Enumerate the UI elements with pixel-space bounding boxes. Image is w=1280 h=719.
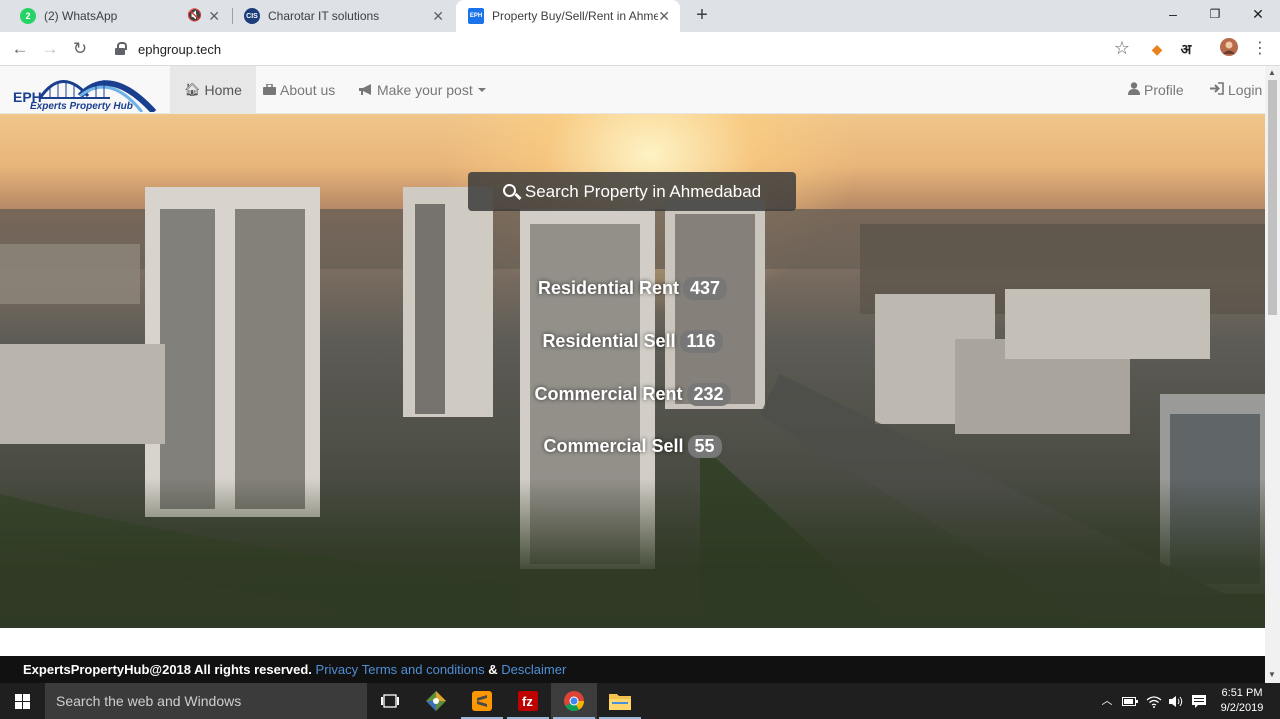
filezilla-icon[interactable]: fz <box>505 683 551 719</box>
nav-home-label: Home <box>204 82 242 98</box>
briefcase-icon <box>263 82 276 98</box>
disclaimer-link[interactable]: Desclaimer <box>501 662 566 677</box>
ampersand-text: & <box>488 662 498 677</box>
lock-icon <box>114 42 128 56</box>
stat-commercial-sell[interactable]: Commercial Sell 55 <box>0 435 1265 458</box>
tab-title: Property Buy/Sell/Rent in Ahmed <box>492 9 658 23</box>
wifi-icon[interactable] <box>1144 683 1164 719</box>
search-property-button[interactable]: Search Property in Ahmedabad <box>468 172 796 211</box>
tab-whatsapp[interactable]: 2 (2) WhatsApp 🔇 ✕ <box>8 0 230 32</box>
address-bar[interactable]: ephgroup.tech ☆ <box>104 36 1138 62</box>
login-icon <box>1210 82 1224 98</box>
user-icon <box>1128 82 1140 98</box>
scroll-up-arrow-icon[interactable]: ▲ <box>1268 68 1276 77</box>
tab-title: Charotar IT solutions <box>268 9 380 23</box>
stat-label: Commercial Rent <box>534 384 683 404</box>
stat-label: Residential Sell <box>542 331 676 351</box>
stat-label: Residential Rent <box>537 278 679 298</box>
site-footer: ExpertsPropertyHub@2018 All rights reser… <box>0 656 1265 683</box>
battery-icon[interactable] <box>1120 683 1140 719</box>
stat-residential-sell[interactable]: Residential Sell 116 <box>0 330 1265 353</box>
svg-text:fz: fz <box>522 694 533 709</box>
ground-shade <box>0 478 1265 628</box>
nav-about-label: About us <box>280 82 336 98</box>
nav-login[interactable]: Login <box>1196 66 1265 114</box>
notification-center-icon[interactable] <box>1189 683 1209 719</box>
nav-post-label: Make your post <box>377 82 473 98</box>
tab-charotar[interactable]: CIS Charotar IT solutions ✕ <box>232 0 454 32</box>
eph-icon: EPH <box>468 8 484 24</box>
nav-profile-label: Profile <box>1144 82 1184 98</box>
back-arrow-icon[interactable]: ← <box>8 37 32 61</box>
count-badge: 437 <box>682 277 728 300</box>
site-navbar: EPH Experts Property Hub 🏠︎ Home About u… <box>0 66 1265 114</box>
close-tab-icon[interactable]: ✕ <box>432 8 444 24</box>
browser-toolbar: ← → ↻ ephgroup.tech ☆ ◆ अ ⋮ <box>0 32 1280 66</box>
nav-profile[interactable]: Profile <box>1114 66 1198 114</box>
tray-chevron-up-icon[interactable]: ︿ <box>1099 683 1115 719</box>
nav-about[interactable]: About us <box>249 66 349 114</box>
avatar[interactable] <box>1218 38 1240 60</box>
file-explorer-icon[interactable] <box>597 683 643 719</box>
logo-tagline: Experts Property Hub <box>30 101 133 112</box>
search-icon <box>502 183 519 200</box>
minimize-button[interactable]: – <box>1150 0 1196 30</box>
close-window-button[interactable]: ✕ <box>1235 0 1280 30</box>
git-app-icon[interactable] <box>413 683 459 719</box>
whatsapp-icon: 2 <box>20 8 36 24</box>
page-viewport: EPH Experts Property Hub 🏠︎ Home About u… <box>0 66 1265 683</box>
hero-banner: Search Property in Ahmedabad Residential… <box>0 114 1265 628</box>
stat-label: Commercial Sell <box>543 436 684 456</box>
clock-time: 6:51 PM <box>1221 687 1263 699</box>
terms-link[interactable]: Terms and conditions <box>362 662 485 677</box>
nav-login-label: Login <box>1228 82 1263 98</box>
search-property-label: Search Property in Ahmedabad <box>524 181 762 201</box>
caret-down-icon <box>477 88 486 92</box>
nav-home[interactable]: 🏠︎ Home <box>170 66 256 114</box>
bullhorn-icon <box>359 83 373 98</box>
start-button[interactable] <box>0 683 45 719</box>
close-tab-icon[interactable]: ✕ <box>208 8 220 24</box>
cis-icon: CIS <box>244 8 260 24</box>
count-badge: 55 <box>687 435 722 458</box>
hindi-input-extension-icon[interactable]: अ <box>1175 38 1197 60</box>
sublime-text-icon[interactable] <box>459 683 505 719</box>
count-badge: 232 <box>686 383 731 406</box>
new-tab-button[interactable]: + <box>690 4 714 28</box>
page-scrollbar[interactable]: ▲ ▼ <box>1265 66 1280 683</box>
task-view-icon[interactable] <box>367 683 413 719</box>
tab-title: (2) WhatsApp <box>44 9 118 23</box>
scrollbar-thumb[interactable] <box>1268 80 1277 315</box>
tab-property-active[interactable]: EPH Property Buy/Sell/Rent in Ahmed ✕ <box>456 0 680 32</box>
chrome-icon[interactable] <box>551 683 597 719</box>
scroll-down-arrow-icon[interactable]: ▼ <box>1268 670 1276 679</box>
windows-logo-icon <box>15 693 30 709</box>
tab-strip: 2 (2) WhatsApp 🔇 ✕ CIS Charotar IT solut… <box>0 0 1280 32</box>
home-icon: 🏠︎ <box>184 82 201 97</box>
close-tab-icon[interactable]: ✕ <box>658 8 670 24</box>
copyright-text: ExpertsPropertyHub@2018 All rights reser… <box>23 662 312 677</box>
volume-icon[interactable] <box>1166 683 1186 719</box>
forward-arrow-icon[interactable]: → <box>38 37 62 61</box>
address-text[interactable]: ephgroup.tech <box>138 42 221 57</box>
clock-date: 9/2/2019 <box>1220 702 1264 714</box>
stat-commercial-rent[interactable]: Commercial Rent 232 <box>0 383 1265 406</box>
browser-menu-icon[interactable]: ⋮ <box>1249 38 1271 60</box>
site-logo[interactable]: EPH Experts Property Hub <box>10 70 160 112</box>
count-badge: 116 <box>679 330 723 353</box>
reload-icon[interactable]: ↻ <box>68 37 92 61</box>
muted-speaker-icon[interactable]: 🔇 <box>187 8 202 22</box>
windows-taskbar: Search the web and Windows fz ︿ 6:51 PM … <box>0 683 1280 719</box>
taskbar-search-box[interactable]: Search the web and Windows <box>45 683 367 719</box>
privacy-link[interactable]: Privacy <box>316 662 359 677</box>
bookmark-star-icon[interactable]: ☆ <box>1114 38 1130 59</box>
taskbar-clock[interactable]: 6:51 PM 9/2/2019 <box>1212 686 1272 716</box>
maximize-button[interactable]: ❐ <box>1192 0 1238 30</box>
nav-make-post-dropdown[interactable]: Make your post <box>345 66 500 114</box>
metamask-extension-icon[interactable]: ◆ <box>1146 38 1168 60</box>
stat-residential-rent[interactable]: Residential Rent 437 <box>0 277 1265 300</box>
